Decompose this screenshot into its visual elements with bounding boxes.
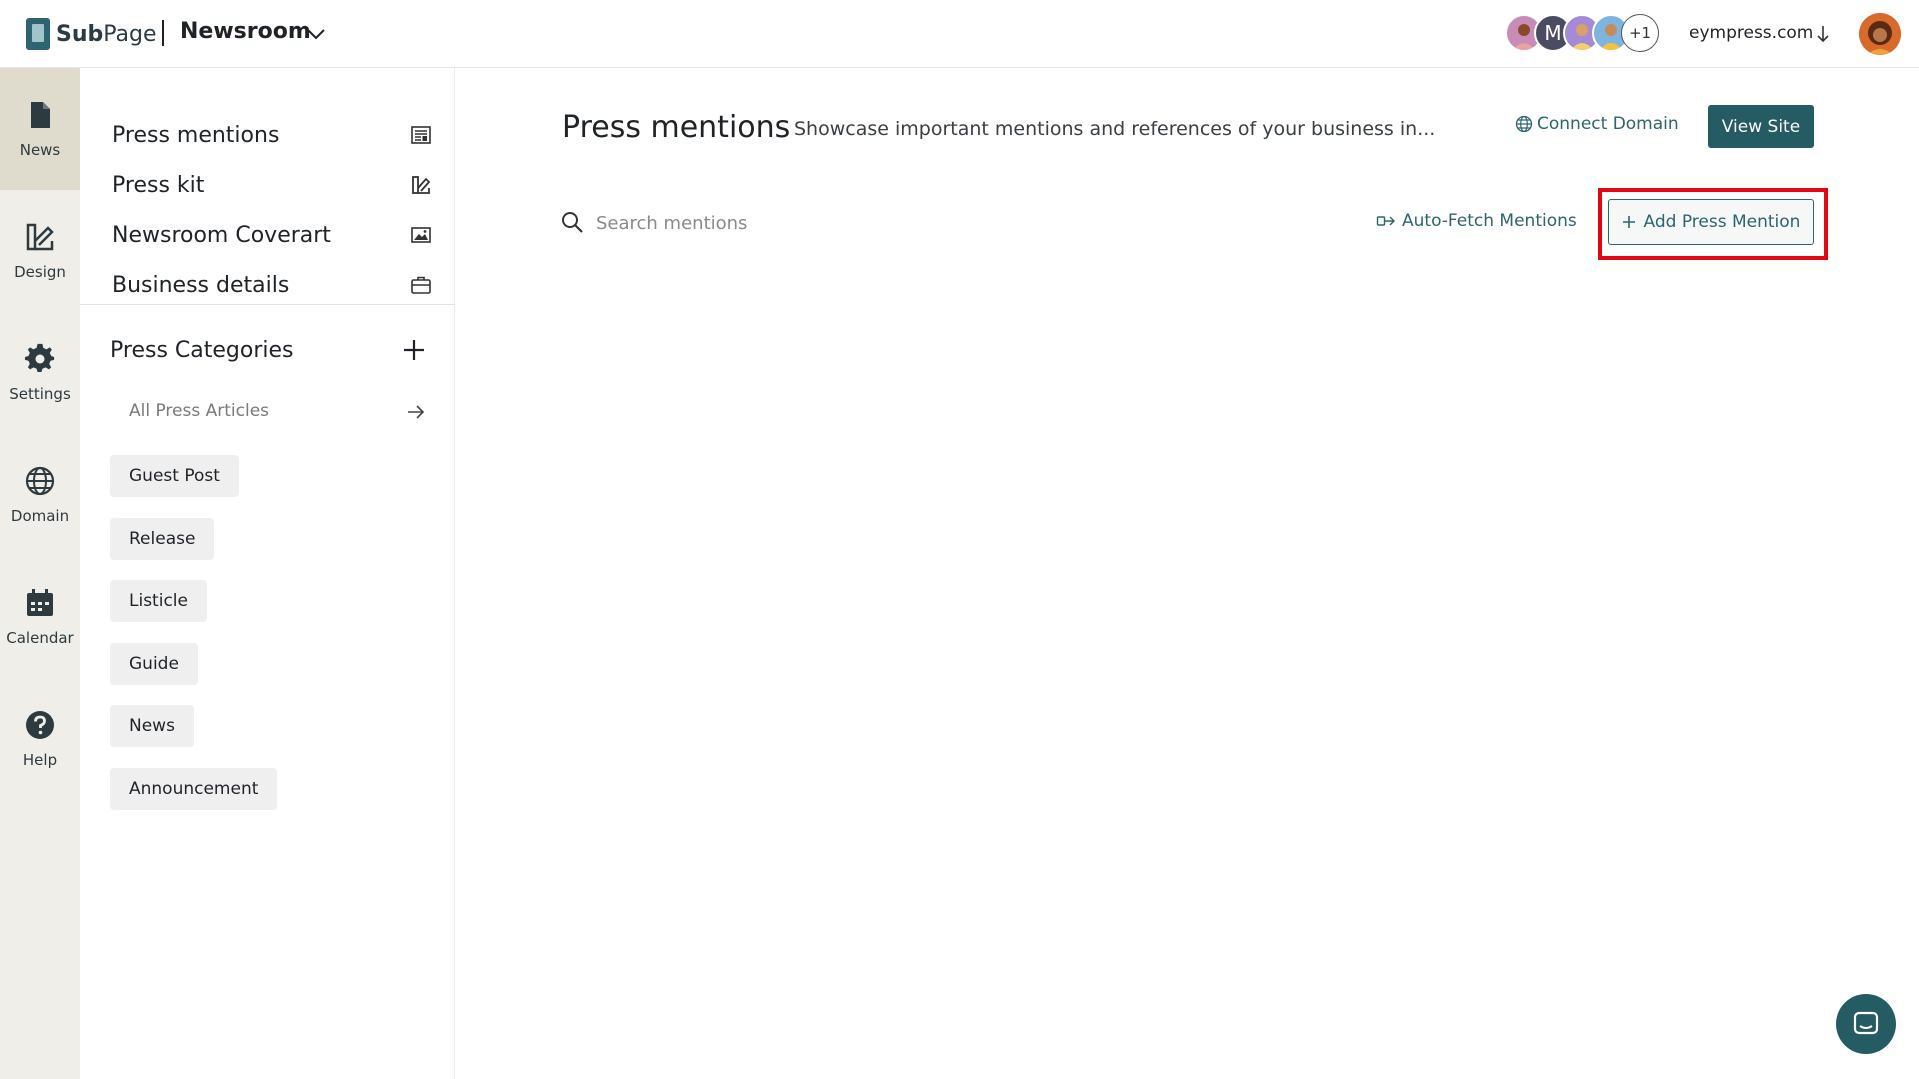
rail-item-settings[interactable]: Settings xyxy=(0,312,80,434)
add-press-mention-label: Add Press Mention xyxy=(1643,212,1801,232)
design-icon xyxy=(412,176,431,194)
subpage-logo[interactable]: SubPage xyxy=(26,18,157,50)
logo-icon xyxy=(26,18,50,50)
page-title: Press mentions xyxy=(562,110,791,145)
rail-item-label: Domain xyxy=(10,507,70,525)
domain-selector[interactable]: eympress.com xyxy=(1689,23,1813,43)
chat-icon xyxy=(1853,1011,1879,1035)
top-bar: SubPage Newsroom M +1 eympress.com xyxy=(0,0,1919,68)
briefcase-icon xyxy=(411,276,431,294)
subnav-newsroom-coverart[interactable]: Newsroom Coverart xyxy=(112,215,432,255)
rail-item-domain[interactable]: Domain xyxy=(0,434,80,556)
auto-fetch-mentions-button[interactable]: Auto-Fetch Mentions xyxy=(1376,211,1577,231)
subnav-label: Press kit xyxy=(112,172,205,198)
logo-text: SubPage xyxy=(56,21,157,47)
calendar-icon xyxy=(27,589,53,616)
fetch-icon xyxy=(1376,216,1395,226)
subnav-press-mentions[interactable]: Press mentions xyxy=(112,115,432,155)
category-chip[interactable]: Guest Post xyxy=(110,455,239,497)
all-press-articles-link[interactable]: All Press Articles xyxy=(129,401,269,421)
rail-item-design[interactable]: Design xyxy=(0,190,80,312)
collaborator-avatars[interactable]: M +1 xyxy=(1505,14,1659,52)
connect-domain-label: Connect Domain xyxy=(1537,114,1679,134)
category-chip[interactable]: Release xyxy=(110,518,215,560)
workspace-name[interactable]: Newsroom xyxy=(180,19,311,44)
gear-icon xyxy=(24,343,55,373)
plus-icon xyxy=(1622,216,1635,228)
page-description: Showcase important mentions and referenc… xyxy=(794,118,1436,140)
document-icon xyxy=(31,102,50,128)
subnav-label: Newsroom Coverart xyxy=(112,222,331,248)
rail-item-label: Design xyxy=(14,263,66,281)
logo-divider xyxy=(162,20,164,46)
category-chip[interactable]: News xyxy=(110,705,194,747)
primary-nav-rail: News Design Settings Domain Calendar Hel… xyxy=(0,68,80,1079)
arrow-right-icon[interactable] xyxy=(406,403,426,421)
subnav-press-kit[interactable]: Press kit xyxy=(112,165,432,205)
rail-item-news[interactable]: News xyxy=(0,68,80,190)
category-chip[interactable]: Announcement xyxy=(110,768,278,810)
arrow-down-icon[interactable] xyxy=(1815,24,1831,44)
newspaper-icon xyxy=(411,126,431,144)
press-categories-title: Press Categories xyxy=(110,338,294,363)
rail-item-help[interactable]: Help xyxy=(0,678,80,800)
user-avatar[interactable] xyxy=(1859,13,1901,55)
category-chip[interactable]: Guide xyxy=(110,643,198,685)
connect-domain-link[interactable]: Connect Domain xyxy=(1515,114,1679,134)
search-icon xyxy=(562,212,583,233)
rail-item-label: Calendar xyxy=(6,629,74,647)
image-icon xyxy=(411,227,431,243)
globe-icon xyxy=(25,466,55,496)
rail-item-label: News xyxy=(19,141,61,159)
subnav-label: Business details xyxy=(112,272,290,298)
chevron-down-icon[interactable] xyxy=(306,24,326,44)
chat-support-button[interactable] xyxy=(1836,994,1896,1054)
view-site-button[interactable]: View Site xyxy=(1708,105,1814,148)
add-category-icon[interactable] xyxy=(402,338,426,362)
globe-icon xyxy=(1515,115,1533,133)
search-input[interactable] xyxy=(596,208,1096,238)
design-icon xyxy=(26,223,54,251)
more-collaborators-badge: +1 xyxy=(1621,14,1659,52)
subnav-business-details[interactable]: Business details xyxy=(112,265,432,305)
rail-item-label: Help xyxy=(22,751,58,769)
secondary-sidebar: Press mentions Press kit Newsroom Covera… xyxy=(80,68,455,1079)
help-icon xyxy=(26,711,54,739)
category-chip[interactable]: Listicle xyxy=(110,580,207,622)
add-press-mention-button[interactable]: Add Press Mention xyxy=(1608,199,1814,245)
rail-item-label: Settings xyxy=(9,385,71,403)
rail-item-calendar[interactable]: Calendar xyxy=(0,556,80,678)
auto-fetch-label: Auto-Fetch Mentions xyxy=(1402,211,1577,231)
subnav-label: Press mentions xyxy=(112,122,280,148)
subnav-divider xyxy=(80,304,455,305)
